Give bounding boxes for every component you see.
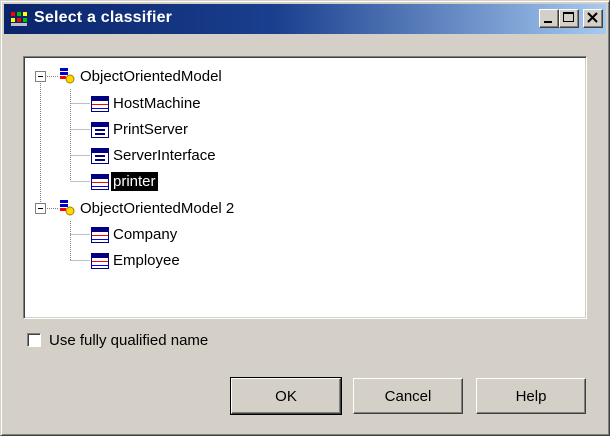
tree-node-interface[interactable]: PrintServer — [24, 118, 324, 142]
tree-node-label: HostMachine — [113, 95, 201, 112]
tree-node-label: Employee — [113, 252, 180, 269]
maximize-button[interactable] — [559, 9, 579, 28]
cancel-button[interactable]: Cancel — [353, 378, 463, 414]
tree-node-interface[interactable]: ServerInterface — [24, 144, 324, 168]
model-package-icon — [60, 200, 75, 216]
tree-node-class-selected[interactable]: printer — [24, 170, 324, 194]
ok-button[interactable]: OK — [230, 377, 342, 415]
class-icon — [91, 96, 109, 112]
help-button[interactable]: Help — [476, 378, 586, 414]
tree-node-label: PrintServer — [113, 121, 189, 138]
collapse-icon[interactable] — [35, 71, 46, 82]
maximize-icon — [563, 12, 574, 22]
tree-node-label: ServerInterface — [113, 147, 216, 164]
class-icon — [91, 174, 109, 190]
tree-node-label: ObjectOrientedModel 2 — [80, 200, 235, 217]
tree-node-label: printer — [110, 171, 159, 192]
select-classifier-dialog: Select a classifier ObjectOrientedModel … — [0, 0, 610, 436]
tree-node-class[interactable]: Company — [24, 223, 324, 247]
tree-node-model[interactable]: ObjectOrientedModel — [24, 65, 324, 89]
minimize-icon — [544, 21, 552, 23]
tree-node-class[interactable]: Employee — [24, 249, 324, 273]
title-bar[interactable]: Select a classifier — [4, 4, 606, 34]
qualified-name-label: Use fully qualified name — [49, 332, 209, 349]
close-button[interactable] — [583, 9, 603, 28]
minimize-button[interactable] — [539, 9, 559, 28]
classifier-tree[interactable]: ObjectOrientedModel HostMachine PrintSer… — [23, 56, 587, 319]
dialog-title: Select a classifier — [34, 9, 173, 26]
tree-node-model[interactable]: ObjectOrientedModel 2 — [24, 197, 324, 221]
model-package-icon — [60, 68, 75, 84]
interface-icon — [91, 122, 109, 138]
tree-node-class[interactable]: HostMachine — [24, 92, 324, 116]
classifier-app-icon — [11, 12, 27, 26]
qualified-name-checkbox[interactable] — [27, 333, 41, 347]
class-icon — [91, 253, 109, 269]
close-icon — [587, 12, 598, 23]
tree-node-label: Company — [113, 226, 178, 243]
interface-icon — [91, 148, 109, 164]
class-icon — [91, 227, 109, 243]
collapse-icon[interactable] — [35, 203, 46, 214]
tree-node-label: ObjectOrientedModel — [80, 68, 222, 85]
